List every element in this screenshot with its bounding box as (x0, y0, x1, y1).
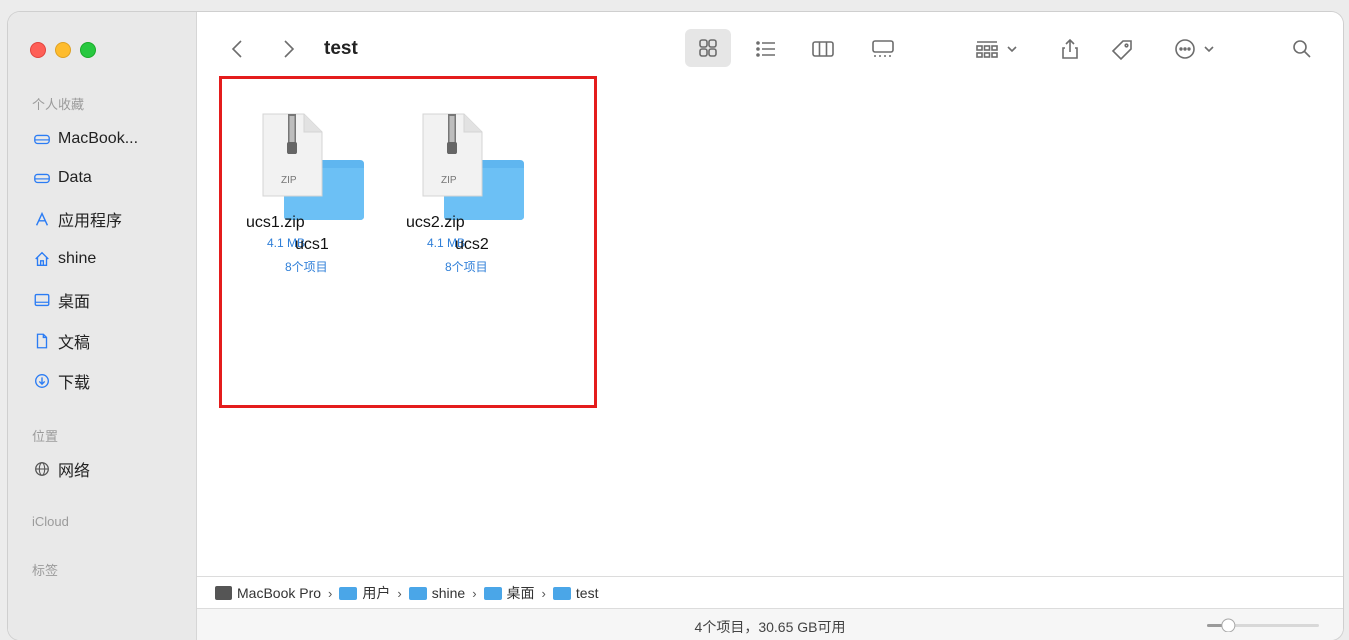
sidebar-item-network[interactable]: 网络 (32, 456, 90, 482)
search-icon (1293, 40, 1311, 58)
minimize-button[interactable] (55, 42, 71, 58)
share-button[interactable] (1055, 32, 1085, 66)
search-button[interactable] (1287, 32, 1317, 66)
view-columns-button[interactable] (803, 32, 843, 66)
view-icons-button[interactable] (685, 29, 731, 67)
chevron-left-icon (231, 40, 242, 58)
sidebar-item-label: 应用程序 (58, 213, 123, 230)
drive-icon (32, 129, 52, 149)
path-item-test[interactable]: test (552, 585, 598, 601)
icon-size-slider[interactable] (1207, 618, 1319, 633)
grid-icon (699, 39, 717, 57)
sidebar-item-data[interactable]: Data (32, 165, 92, 191)
apps-icon (32, 209, 52, 229)
forward-button[interactable] (277, 32, 301, 66)
sidebar-item-desktop[interactable]: 桌面 (32, 287, 90, 313)
sidebar-item-label: 文稿 (58, 335, 91, 352)
sidebar-header-locations: 位置 (32, 429, 59, 444)
group-icon (976, 41, 998, 58)
zoom-button[interactable] (80, 42, 96, 58)
sidebar-item-label: shine (58, 250, 97, 267)
gallery-icon (872, 40, 894, 57)
finder-window: 个人收藏 MacBook... Data 应用程序 shine 桌面 文稿 下载 (8, 12, 1343, 640)
columns-icon (812, 41, 834, 57)
view-gallery-button[interactable] (863, 32, 903, 66)
more-actions-button[interactable] (1165, 32, 1223, 66)
drive-icon (32, 168, 52, 188)
path-separator: › (472, 585, 477, 601)
document-icon (32, 331, 52, 351)
sidebar-item-label: 网络 (58, 463, 91, 480)
network-icon (32, 459, 52, 479)
chevron-down-icon (1204, 46, 1214, 53)
chevron-down-icon (1007, 46, 1017, 53)
computer-icon (215, 586, 232, 600)
sidebar-item-label: 桌面 (58, 294, 91, 311)
tag-icon (1111, 40, 1132, 61)
home-icon (32, 249, 52, 269)
sidebar-item-label: MacBook... (58, 130, 139, 147)
view-list-button[interactable] (749, 32, 783, 66)
sidebar-item-label: Data (58, 169, 92, 186)
ellipsis-circle-icon (1175, 39, 1195, 59)
sidebar-item-documents[interactable]: 文稿 (32, 328, 90, 354)
path-item-shine[interactable]: shine (408, 585, 465, 601)
path-separator: › (328, 585, 333, 601)
path-item-macbook[interactable]: MacBook Pro (215, 585, 321, 601)
path-item-users[interactable]: 用户 (339, 583, 390, 603)
back-button[interactable] (225, 32, 249, 66)
folder-icon (339, 586, 358, 600)
path-separator: › (397, 585, 402, 601)
sidebar-item-home[interactable]: shine (32, 246, 96, 272)
path-item-desktop[interactable]: 桌面 (483, 583, 535, 603)
group-button[interactable] (967, 32, 1025, 66)
download-icon (32, 371, 52, 391)
highlight-box (219, 76, 597, 408)
close-button[interactable] (30, 42, 46, 58)
path-bar: MacBook Pro › 用户 › shine › 桌面 › test (197, 576, 1343, 609)
sidebar-header-icloud: iCloud (32, 514, 69, 529)
path-separator: › (541, 585, 546, 601)
chevron-right-icon (284, 40, 295, 58)
desktop-folder-icon (483, 586, 502, 600)
tag-button[interactable] (1105, 32, 1139, 66)
list-icon (756, 41, 775, 57)
slider-knob (1221, 618, 1236, 633)
sidebar-header-favorites: 个人收藏 (32, 97, 85, 112)
status-bar: 4个项目，30.65 GB可用 (197, 608, 1343, 640)
sidebar-item-label: 下载 (58, 375, 91, 392)
window-controls (30, 42, 96, 58)
sidebar-item-applications[interactable]: 应用程序 (32, 206, 122, 232)
sidebar-item-downloads[interactable]: 下载 (32, 368, 90, 394)
sidebar-item-macbook[interactable]: MacBook... (32, 126, 138, 152)
home-folder-icon (408, 586, 427, 600)
folder-icon (552, 586, 571, 600)
desktop-icon (32, 290, 52, 310)
sidebar: 个人收藏 MacBook... Data 应用程序 shine 桌面 文稿 下载 (8, 12, 197, 640)
status-text: 4个项目，30.65 GB可用 (694, 619, 846, 635)
sidebar-header-tags: 标签 (32, 563, 59, 578)
toolbar: test (197, 12, 1343, 76)
window-title: test (324, 38, 358, 59)
share-icon (1062, 38, 1078, 59)
